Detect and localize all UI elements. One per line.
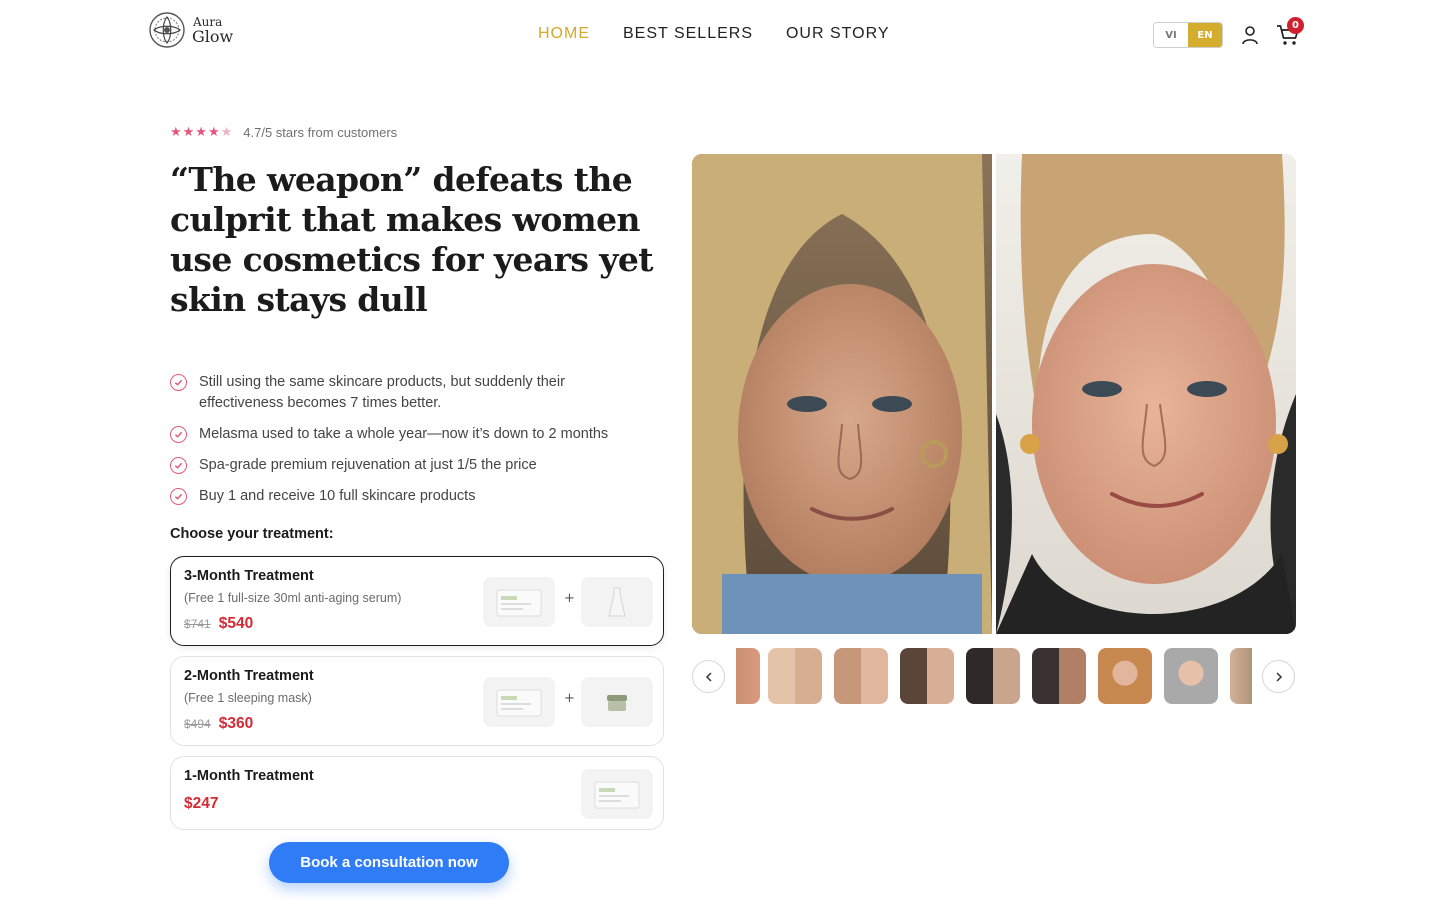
carousel-next-button[interactable] — [1262, 660, 1295, 693]
option-title: 2-Month Treatment — [184, 668, 314, 684]
treatment-option-1-month[interactable]: 1-Month Treatment $247 — [170, 756, 664, 830]
serum-bottle-image — [581, 577, 653, 627]
check-circle-icon — [170, 426, 187, 443]
option-old-price: $741 — [184, 617, 211, 631]
lang-vi-button[interactable]: VI — [1154, 23, 1188, 47]
thumbnail[interactable] — [900, 648, 954, 704]
plus-sign: + — [564, 591, 575, 606]
rating-text: 4.7/5 stars from customers — [243, 125, 398, 140]
benefits-list: Still using the same skincare products, … — [170, 372, 650, 517]
sleeping-mask-jar-image — [581, 677, 653, 727]
choose-treatment-label: Choose your treatment: — [170, 526, 334, 542]
rating: ★★★★★ 4.7/5 stars from customers — [170, 125, 397, 140]
chevron-left-icon — [705, 671, 712, 682]
language-switcher: VI EN — [1153, 22, 1223, 48]
main-nav: HOME BEST SELLERS OUR STORY — [538, 25, 890, 43]
option-prices: $247 — [184, 795, 218, 813]
option-subtitle: (Free 1 sleeping mask) — [184, 691, 312, 705]
benefit-item: Spa-grade premium rejuvenation at just 1… — [170, 455, 650, 476]
headline: “The weapon” defeats the culprit that ma… — [170, 160, 654, 319]
thumbnail[interactable] — [768, 648, 822, 704]
thumbnail[interactable] — [966, 648, 1020, 704]
treatment-option-2-month[interactable]: 2-Month Treatment (Free 1 sleeping mask)… — [170, 656, 664, 746]
treatment-option-3-month[interactable]: 3-Month Treatment (Free 1 full-size 30ml… — [170, 556, 664, 646]
nav-best-sellers[interactable]: BEST SELLERS — [623, 25, 753, 43]
benefit-text: Melasma used to take a whole year—now it… — [199, 426, 609, 442]
thumbnail[interactable] — [736, 648, 760, 704]
option-title: 1-Month Treatment — [184, 768, 314, 784]
thumbnail[interactable] — [1230, 648, 1252, 704]
benefit-text: Spa-grade premium rejuvenation at just 1… — [199, 457, 537, 473]
logo-emblem-icon — [149, 12, 185, 48]
plus-sign: + — [564, 691, 575, 706]
check-circle-icon — [170, 488, 187, 505]
product-box-image — [581, 769, 653, 819]
site-header: Aura Glow HOME BEST SELLERS OUR STORY VI… — [0, 0, 1440, 70]
benefit-item: Melasma used to take a whole year—now it… — [170, 424, 650, 445]
lang-en-button[interactable]: EN — [1188, 23, 1222, 47]
book-consultation-button[interactable]: Book a consultation now — [269, 842, 509, 883]
logo-text: Aura Glow — [192, 15, 234, 46]
option-title: 3-Month Treatment — [184, 568, 314, 584]
carousel-prev-button[interactable] — [692, 660, 725, 693]
logo[interactable]: Aura Glow — [148, 11, 233, 49]
before-after-photo — [692, 154, 1296, 634]
logo-line-2: Glow — [192, 26, 234, 46]
benefit-item: Buy 1 and receive 10 full skincare produ… — [170, 486, 650, 507]
user-icon[interactable] — [1240, 25, 1260, 45]
option-old-price: $494 — [184, 717, 211, 731]
option-prices: $494 $360 — [184, 715, 253, 733]
rating-stars-icon: ★★★★★ — [170, 125, 234, 140]
thumbnail[interactable] — [1098, 648, 1152, 704]
benefit-text: Buy 1 and receive 10 full skincare produ… — [199, 488, 476, 504]
benefit-item: Still using the same skincare products, … — [170, 372, 650, 414]
thumbnail[interactable] — [1164, 648, 1218, 704]
nav-home[interactable]: HOME — [538, 25, 590, 43]
option-price: $540 — [218, 615, 254, 632]
cart-count-badge: 0 — [1287, 17, 1304, 34]
thumbnail-carousel — [692, 648, 1296, 704]
product-box-image — [483, 577, 555, 627]
option-prices: $741 $540 — [184, 615, 253, 633]
thumbnail-strip — [736, 648, 1252, 704]
chevron-right-icon — [1275, 671, 1282, 682]
nav-our-story[interactable]: OUR STORY — [786, 25, 890, 43]
check-circle-icon — [170, 374, 187, 391]
option-subtitle: (Free 1 full-size 30ml anti-aging serum) — [184, 591, 402, 605]
option-price: $247 — [184, 795, 219, 812]
option-price: $360 — [218, 715, 254, 732]
before-after-illustration — [692, 154, 1296, 634]
product-box-image — [483, 677, 555, 727]
check-circle-icon — [170, 457, 187, 474]
benefit-text: Still using the same skincare products, … — [199, 374, 565, 411]
thumbnail[interactable] — [1032, 648, 1086, 704]
thumbnail[interactable] — [834, 648, 888, 704]
